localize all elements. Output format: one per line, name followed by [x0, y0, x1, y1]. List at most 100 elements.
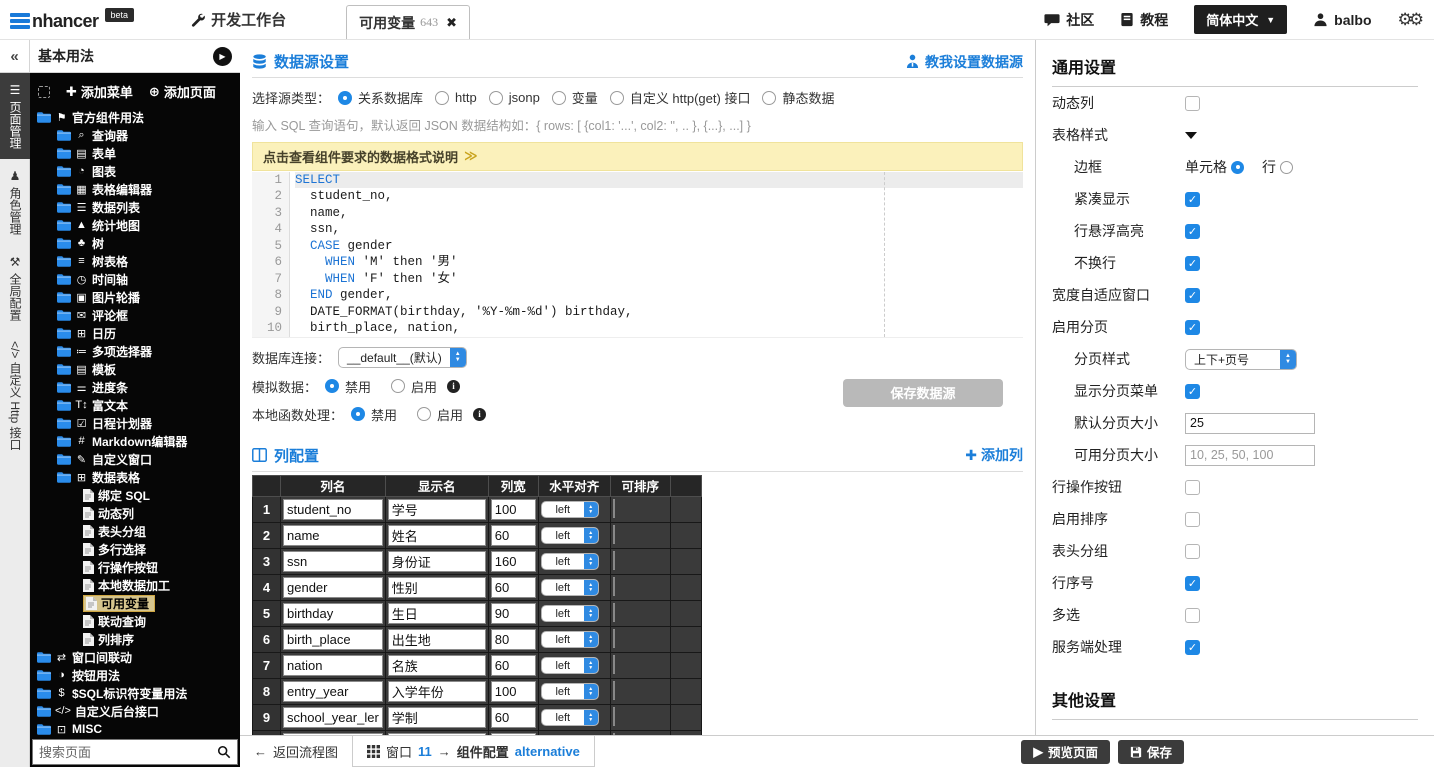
setting-checkbox[interactable]	[1185, 512, 1200, 527]
sortable-checkbox[interactable]	[613, 733, 615, 735]
tree-item[interactable]: </>自定义后台接口	[30, 702, 240, 720]
border-radio[interactable]	[1280, 161, 1293, 174]
tree-item[interactable]: ☰数据列表	[30, 198, 240, 216]
align-select[interactable]: left▲▼	[541, 553, 599, 570]
sortable-checkbox[interactable]	[613, 629, 615, 648]
community-link[interactable]: 社区	[1044, 10, 1094, 30]
sortable-checkbox[interactable]	[613, 525, 615, 544]
tree-item[interactable]: ▲统计地图	[30, 216, 240, 234]
collapse-caret-icon[interactable]	[1185, 132, 1197, 139]
setting-checkbox[interactable]	[1185, 96, 1200, 111]
align-select[interactable]: left▲▼	[541, 501, 599, 518]
setting-checkbox[interactable]: ✓	[1185, 288, 1200, 303]
tree-item[interactable]: #Markdown编辑器	[30, 432, 240, 450]
tree-item[interactable]: ⌕查询器	[30, 126, 240, 144]
setting-checkbox[interactable]: ✓	[1185, 224, 1200, 239]
align-select[interactable]: left▲▼	[541, 579, 599, 596]
tree-item[interactable]: ♣树	[30, 234, 240, 252]
setting-input[interactable]	[1185, 413, 1315, 434]
border-radio[interactable]	[1231, 161, 1244, 174]
tree-item[interactable]: ▣图片轮播	[30, 288, 240, 306]
tree-item[interactable]: $$SQL标识符变量用法	[30, 684, 240, 702]
save-datasource-button[interactable]: 保存数据源	[843, 379, 1003, 407]
col-width-input[interactable]: 60	[491, 707, 536, 728]
sidebar-collapse-button[interactable]: «	[0, 40, 29, 73]
side-tab-global-config-icon[interactable]: ⚒全局配置	[0, 245, 30, 331]
tree-item[interactable]: 动态列	[30, 504, 240, 522]
localfn-disabled-radio[interactable]: 禁用	[351, 405, 397, 424]
tree-item[interactable]: ✎自定义窗口	[30, 450, 240, 468]
search-icon[interactable]	[217, 745, 231, 759]
col-name-input[interactable]: birthday	[283, 603, 383, 624]
source-type-radio[interactable]: http	[435, 90, 477, 105]
source-type-radio[interactable]: jsonp	[489, 90, 540, 105]
tree-item[interactable]: 多行选择	[30, 540, 240, 558]
db-connection-select[interactable]: __default__(默认) ▲▼	[338, 347, 467, 368]
setting-checkbox[interactable]: ✓	[1185, 192, 1200, 207]
col-name-input[interactable]: entry_year	[283, 681, 383, 702]
mock-enabled-radio[interactable]: 启用	[391, 377, 437, 396]
back-to-flow-button[interactable]: ← 返回流程图	[240, 736, 352, 767]
display-name-input[interactable]: 生日	[388, 603, 486, 624]
display-name-input[interactable]: 姓名	[388, 525, 486, 546]
tree-item[interactable]: ⇄窗口间联动	[30, 648, 240, 666]
tree-item[interactable]: 绑定 SQL	[30, 486, 240, 504]
add-column-button[interactable]: ✚添加列	[965, 445, 1023, 465]
side-tab-pages-icon[interactable]: ☰页面管理	[0, 73, 30, 159]
preview-page-button[interactable]: ▶ 预览页面	[1021, 740, 1110, 764]
tree-item[interactable]: 联动查询	[30, 612, 240, 630]
tab-close-icon[interactable]: ✖	[446, 15, 457, 31]
setting-input[interactable]	[1185, 445, 1315, 466]
align-select[interactable]: left▲▼	[541, 527, 599, 544]
display-name-input[interactable]: 性别	[388, 577, 486, 598]
align-select[interactable]: left▲▼	[541, 683, 599, 700]
col-name-input[interactable]: school_year_ler	[283, 707, 383, 728]
localfn-enabled-radio[interactable]: 启用	[417, 405, 463, 424]
add-menu-button[interactable]: ✚添加菜单	[66, 82, 133, 101]
tree-item[interactable]: ▦表格编辑器	[30, 180, 240, 198]
setting-checkbox[interactable]: ✓	[1185, 320, 1200, 335]
tree-item[interactable]: ▤模板	[30, 360, 240, 378]
col-width-input[interactable]: 60	[491, 577, 536, 598]
setting-checkbox[interactable]: ✓	[1185, 256, 1200, 271]
sortable-checkbox[interactable]	[613, 681, 615, 700]
tree-item[interactable]: 表头分组	[30, 522, 240, 540]
col-width-input[interactable]: 60	[491, 655, 536, 676]
col-width-input[interactable]: 60	[491, 525, 536, 546]
save-page-button[interactable]: 保存	[1118, 740, 1184, 764]
search-input[interactable]	[39, 745, 217, 760]
source-type-radio[interactable]: 变量	[552, 88, 598, 107]
sortable-checkbox[interactable]	[613, 577, 615, 596]
source-type-radio[interactable]: 自定义 http(get) 接口	[610, 88, 751, 107]
source-type-radio[interactable]: 静态数据	[762, 88, 834, 107]
tree-item[interactable]: ☑日程计划器	[30, 414, 240, 432]
setting-checkbox[interactable]: ✓	[1185, 640, 1200, 655]
tree-item[interactable]: ⊞日历	[30, 324, 240, 342]
align-select[interactable]: left▲▼	[541, 709, 599, 726]
col-name-input[interactable]: gender	[283, 577, 383, 598]
side-tab-roles-icon[interactable]: ♟角色管理	[0, 159, 30, 245]
col-width-input[interactable]: 100	[491, 681, 536, 702]
window-config-tab[interactable]: 窗口 11 → 组件配置 alternative	[352, 736, 595, 767]
display-name-input[interactable]: 名族	[388, 655, 486, 676]
col-width-input[interactable]: 80	[491, 629, 536, 650]
tree-item[interactable]: ⚌进度条	[30, 378, 240, 396]
tree-item[interactable]: ◷时间轴	[30, 270, 240, 288]
display-name-input[interactable]: 入学年份	[388, 681, 486, 702]
align-select[interactable]: left▲▼	[541, 605, 599, 622]
tree-item[interactable]: ◔图表	[30, 162, 240, 180]
tree-item[interactable]: ≡树表格	[30, 252, 240, 270]
col-name-input[interactable]: political_status	[283, 733, 383, 736]
enhancer-logo[interactable]: nhancer beta	[10, 8, 134, 32]
tree-item[interactable]: ⊞数据表格	[30, 468, 240, 486]
col-name-input[interactable]: name	[283, 525, 383, 546]
col-width-input[interactable]: 90	[491, 603, 536, 624]
tree-item[interactable]: 可用变量	[30, 594, 240, 612]
display-name-input[interactable]: 出生地	[388, 629, 486, 650]
setting-checkbox[interactable]	[1185, 608, 1200, 623]
display-name-input[interactable]: 学号	[388, 499, 486, 520]
tree-item[interactable]: ≔多项选择器	[30, 342, 240, 360]
source-type-radio[interactable]: 关系数据库	[338, 88, 423, 107]
col-name-input[interactable]: ssn	[283, 551, 383, 572]
tree-item[interactable]: ▤表单	[30, 144, 240, 162]
